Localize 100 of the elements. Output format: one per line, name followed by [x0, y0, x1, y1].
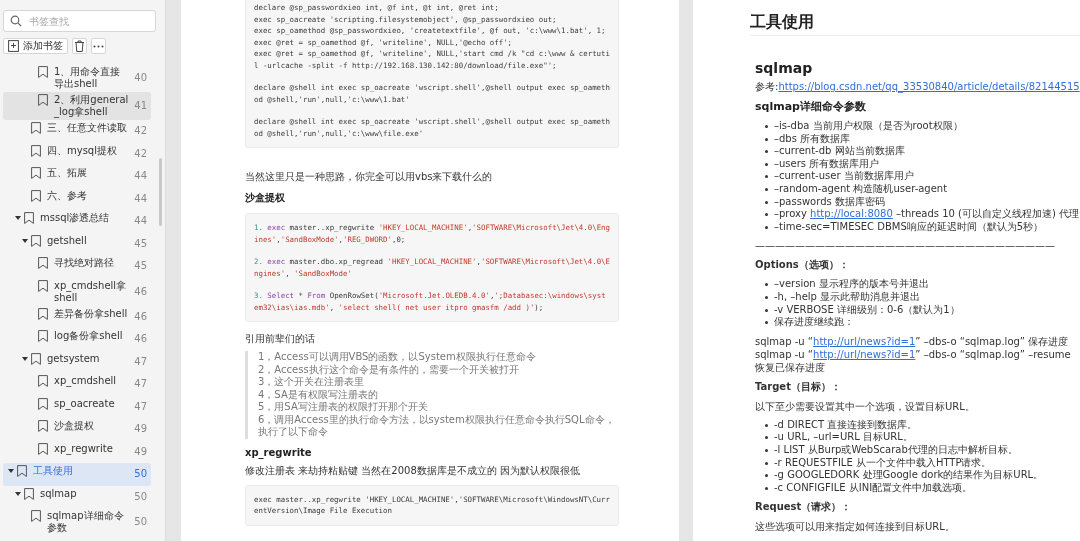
option-heading: Request（请求）： — [755, 500, 853, 515]
section-heading: sqlmap — [755, 60, 814, 76]
bullet-icon — [765, 308, 768, 312]
bookmark-item[interactable]: 寻找绝对路径 45 — [3, 255, 151, 278]
bookmark-icon — [38, 257, 48, 269]
bullet-icon — [765, 125, 768, 128]
bookmark-item[interactable]: 四、mysql提权 42 — [3, 142, 151, 165]
list-item: –random-agent 构造随机user-agent — [774, 182, 948, 196]
caret-icon[interactable] — [8, 468, 14, 474]
bookmark-item[interactable]: 五、拓展 44 — [3, 165, 151, 188]
link[interactable]: http://local:8080 — [810, 208, 893, 220]
bookmark-icon — [17, 465, 27, 477]
bookmark-icon — [38, 279, 48, 292]
subsection-heading: sqlmap详细命令参数 — [755, 99, 867, 114]
list-item: –version 显示程序的版本号并退出 — [774, 278, 929, 291]
bookmark-icon — [38, 420, 48, 432]
list-item: –current-user 当前数据库用户 — [774, 170, 914, 183]
paragraph: sqlmap -u “http://url/news?id=1” –dbs-o “sqlmap.log” –resume 恢复已保存进度 — [755, 347, 1072, 374]
bullet-icon — [765, 137, 768, 141]
bookmark-item[interactable]: sqlmap 50 — [3, 485, 151, 508]
bullet-icon — [765, 486, 768, 490]
bullet-icon — [765, 200, 768, 204]
bookmark-item[interactable]: xp_cmdshell 47 — [3, 373, 151, 396]
bookmark-item[interactable]: 差异备份拿shell 46 — [3, 305, 151, 328]
link[interactable]: http://url/news?id=1 — [813, 335, 916, 347]
list-item: –time-sec=TIMESEC DBMS响应的延迟时间（默认为5秒） — [774, 220, 1044, 234]
search-icon — [10, 15, 22, 27]
paragraph: 以下至少需要设置其中一个选项，设置目标URL。 — [755, 399, 976, 413]
bookmark-item[interactable]: mssql渗透总结 44 — [3, 210, 151, 233]
link[interactable]: https://blog.csdn.net/qq_33530840/article/details/82144515 — [778, 81, 1080, 92]
list-item: -d DIRECT 直接连接到数据库。 — [774, 418, 918, 432]
bullet-icon — [765, 321, 768, 325]
bookmark-item[interactable]: sqlmap详细命令参数 50 — [3, 508, 151, 536]
list-item: –users 所有数据库用户 — [774, 157, 880, 171]
option-heading: Options（选项）： — [755, 258, 850, 273]
bookmark-icon — [38, 442, 48, 455]
bookmark-icon — [38, 307, 48, 320]
list-item: -r REQUESTFILE 从一个文件中载入HTTP请求。 — [774, 456, 992, 469]
add-bookmark-button[interactable]: 添加书签 — [3, 38, 68, 54]
bookmark-item[interactable]: sp_oacreate 47 — [3, 395, 151, 418]
more-icon — [93, 44, 104, 48]
bookmark-icon — [31, 234, 41, 247]
caret-icon[interactable] — [15, 215, 21, 221]
bookmark-item[interactable]: log备份拿shell 46 — [3, 328, 151, 351]
list-item: -g GOOGLEDORK 处理Google dork的结果作为目标URL。 — [774, 469, 1044, 482]
bookmark-item[interactable]: xp_regwrite 49 — [3, 440, 151, 463]
list-item: –current-db 网站当前数据库 — [774, 145, 905, 158]
trash-icon — [74, 40, 85, 52]
add-bookmark-icon — [8, 40, 19, 52]
paragraph: 修改注册表 来劫持粘贴键 当然在2008数据库是不成立的 因为默认权限很低 — [245, 463, 581, 477]
list-item: -h, –help 显示此帮助消息并退出 — [774, 290, 921, 304]
bookmark-icon — [31, 167, 41, 179]
paragraph: sqlmap -u “http://url/news?id=1” –dbs-o “sqlmap.log” 保存进度 — [755, 334, 1070, 348]
page-title: 工具使用 — [750, 6, 1080, 36]
bookmark-icon — [24, 487, 34, 500]
bookmark-item[interactable]: 1、用命令直接导出shell 40 — [3, 64, 151, 92]
option-heading: Target（目标）： — [755, 379, 842, 394]
bullet-icon — [765, 187, 768, 191]
bullet-icon — [765, 448, 768, 452]
bullet-icon — [765, 436, 768, 440]
bookmark-item[interactable]: getsystem 47 — [3, 350, 151, 373]
paragraph: 这些选项可以用来指定如何连接到目标URL。 — [755, 520, 956, 534]
bookmark-icon — [38, 397, 48, 410]
list-item: -v VERBOSE 详细级别：0-6（默认为1） — [774, 303, 960, 316]
list-item: –passwords 数据库密码 — [774, 195, 885, 209]
bookmark-item[interactable]: 沙盒提权 49 — [3, 418, 151, 441]
bookmark-icon — [24, 212, 34, 224]
list-item: –dbs 所有数据库 — [774, 132, 851, 145]
search-field[interactable]: 书签查找 — [3, 10, 156, 32]
list-item: -u URL, –url=URL 目标URL。 — [774, 431, 913, 444]
list-item: 保存进度继续跑： — [774, 316, 854, 329]
bookmark-icon — [31, 352, 41, 365]
bullet-icon — [765, 283, 768, 287]
bookmark-item[interactable]: getshell 45 — [3, 232, 151, 255]
bullet-icon — [765, 295, 768, 299]
bullet-icon — [765, 474, 768, 478]
bullet-icon — [765, 150, 768, 154]
paragraph: 参考:https://blog.csdn.net/qq_33530840/article/details/82144515 — [755, 80, 1080, 93]
bookmark-item[interactable]: 工具使用 50 — [3, 463, 151, 486]
list-item: –proxy http://local:8080 –threads 10 (可以自定义线程加速) 代理 — [774, 208, 1080, 221]
blockquote: 1，Access可以调用VBS的函数，以System权限执行任意命令 2，Access执行这个命令是有条件的，需要一个开关被打开 3，这个开关在注册表里 4，SA是有权限写注册表的 5，用SA写注册表的权限打开那个开关 6，调用Access里的执行命令方法，以system权限执行任意命令执行SQL命令，执行了以下命令 — [245, 351, 619, 439]
bullet-icon — [765, 225, 768, 229]
bookmark-icon — [38, 330, 48, 342]
bookmark-icon — [31, 122, 41, 134]
caret-icon[interactable] — [22, 355, 28, 362]
bullet-icon — [765, 175, 768, 179]
delete-button[interactable] — [72, 38, 87, 54]
bookmark-item[interactable]: 六、参考 44 — [3, 187, 151, 210]
scrollbar[interactable] — [159, 158, 162, 226]
bookmark-icon — [38, 66, 48, 78]
paragraph: 引用前辈们的话 — [245, 332, 316, 345]
bookmark-icon — [38, 94, 48, 106]
bookmark-icon — [38, 375, 48, 387]
paragraph: —————————————————————————————— — [755, 239, 1056, 253]
caret-icon[interactable] — [15, 490, 21, 497]
bullet-icon — [765, 213, 768, 217]
bookmark-item[interactable]: 三、任意文件读取 42 — [3, 120, 151, 143]
section-heading: 沙盒提权 — [245, 191, 286, 205]
link[interactable]: http://url/news?id=1 — [813, 348, 916, 360]
caret-icon[interactable] — [22, 237, 28, 244]
